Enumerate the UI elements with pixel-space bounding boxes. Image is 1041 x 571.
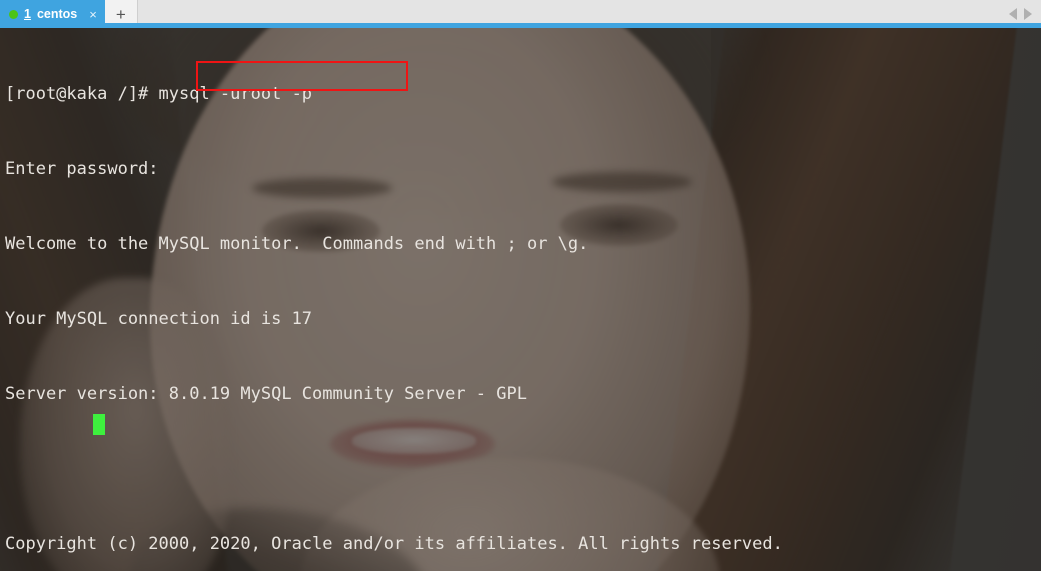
chevron-left-icon[interactable] — [1009, 8, 1017, 20]
tab-bar-underline — [0, 23, 1041, 28]
terminal-line: Server version: 8.0.19 MySQL Community S… — [5, 384, 527, 404]
close-icon[interactable]: × — [89, 8, 97, 21]
terminal-line: Copyright (c) 2000, 2020, Oracle and/or … — [5, 534, 783, 554]
terminal-line: Enter password: — [5, 159, 159, 179]
tab-bar: 1 centos × + — [0, 0, 1041, 28]
text-cursor — [93, 414, 105, 435]
terminal-output: [root@kaka /]# mysql -uroot -p Enter pas… — [0, 28, 1041, 571]
terminal-pane[interactable]: [root@kaka /]# mysql -uroot -p Enter pas… — [0, 28, 1041, 571]
terminal-line: Welcome to the MySQL monitor. Commands e… — [5, 234, 589, 254]
chevron-right-icon[interactable] — [1024, 8, 1032, 20]
terminal-window: 1 centos × + [root@kaka /]# mysql -uroot… — [0, 0, 1041, 571]
tab-title-label: centos — [36, 7, 78, 21]
tab-status-dot — [9, 9, 18, 19]
terminal-line: [root@kaka /]# mysql -uroot -p — [5, 84, 313, 104]
terminal-line: Your MySQL connection id is 17 — [5, 309, 313, 329]
tab-index-label: 1 — [24, 7, 31, 21]
